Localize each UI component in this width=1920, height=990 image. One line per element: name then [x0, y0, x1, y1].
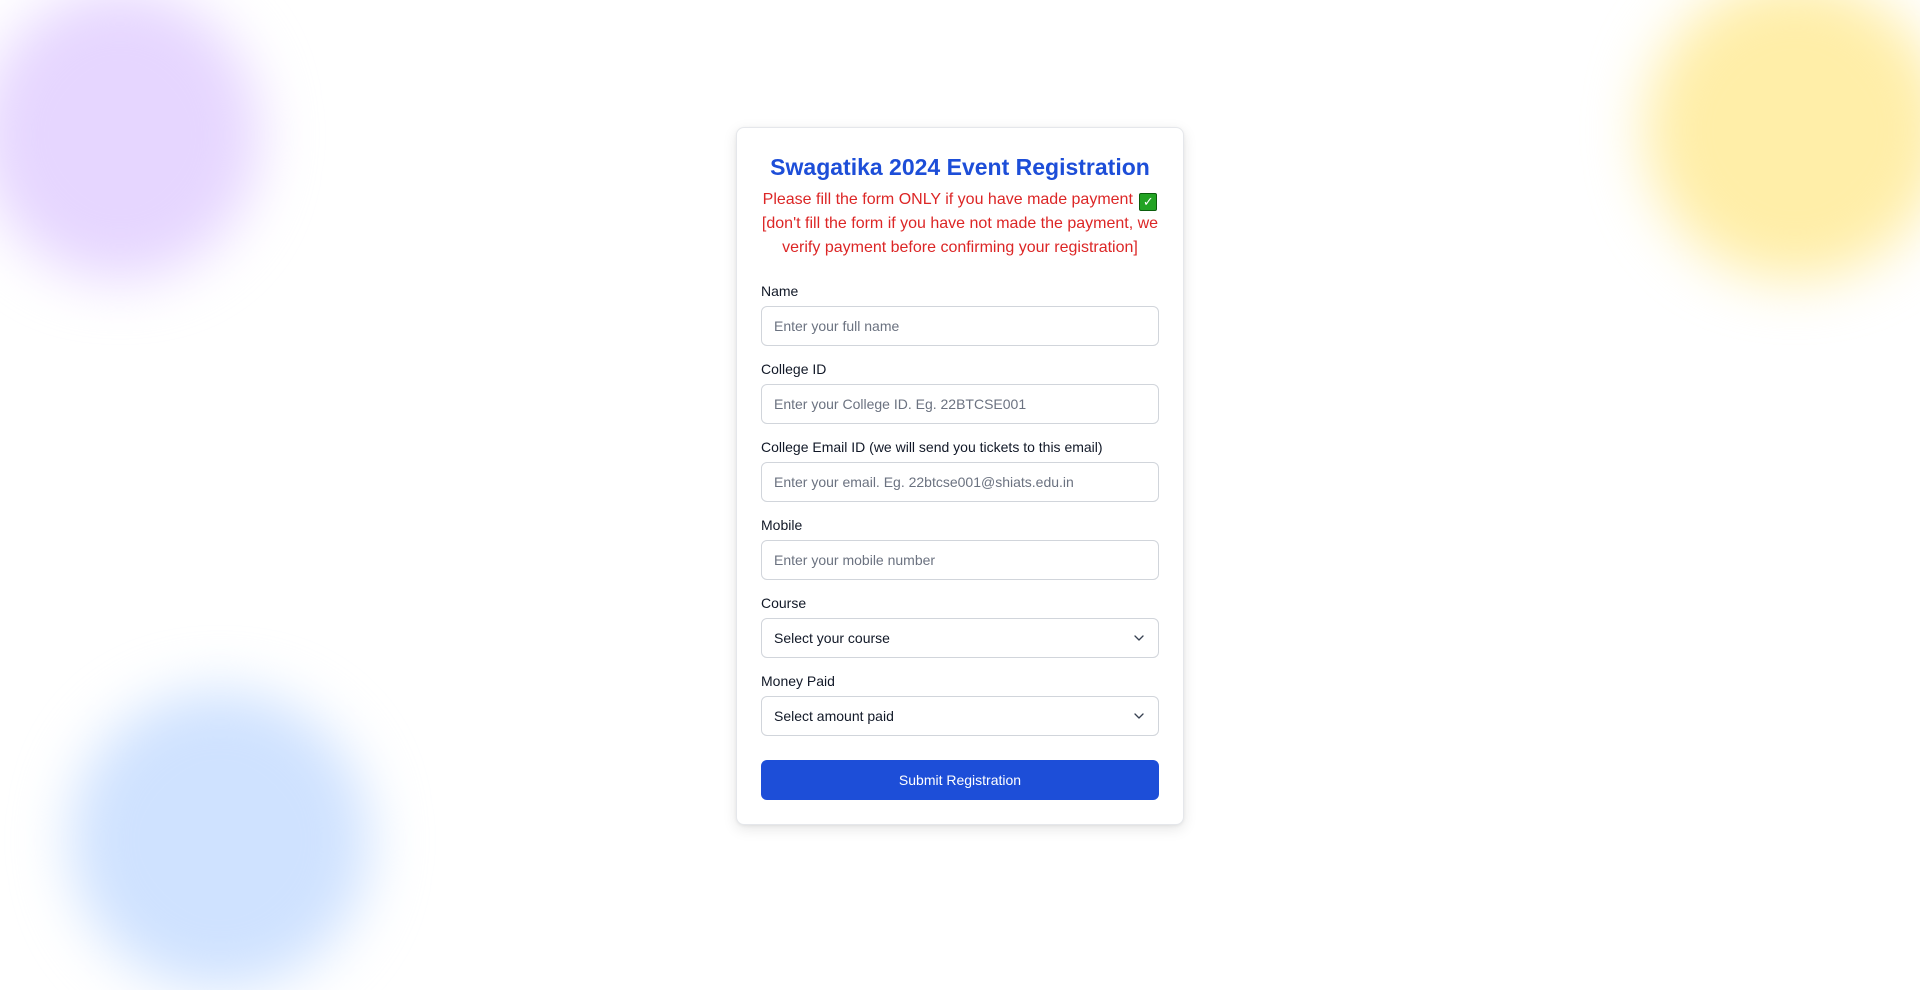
submit-registration-button[interactable]: Submit Registration [761, 760, 1159, 800]
background-blob-blue [70, 690, 370, 990]
course-field-group: Course Select your course [761, 594, 1159, 658]
name-label: Name [761, 283, 799, 299]
college-id-input[interactable] [761, 384, 1159, 424]
payment-notice-line: Please fill the form ONLY if you have ma… [762, 191, 1133, 208]
college-id-label: College ID [761, 361, 827, 377]
email-input[interactable] [761, 462, 1159, 502]
course-select-wrapper: Select your course [761, 618, 1159, 658]
money-paid-label: Money Paid [761, 673, 835, 689]
course-selected-value: Select your course [774, 630, 890, 646]
email-label: College Email ID (we will send you ticke… [761, 439, 1103, 455]
course-label: Course [761, 595, 807, 611]
chevron-down-icon [1134, 635, 1144, 641]
mobile-label: Mobile [761, 517, 803, 533]
name-input[interactable] [761, 306, 1159, 346]
college-id-field-group: College ID [761, 360, 1159, 424]
payment-notice: Please fill the form ONLY if you have ma… [761, 188, 1159, 260]
background-blob-purple [0, 0, 260, 280]
money-paid-select-wrapper: Select amount paid [761, 696, 1159, 736]
course-select[interactable]: Select your course [761, 618, 1159, 658]
money-paid-selected-value: Select amount paid [774, 708, 894, 724]
chevron-down-icon [1134, 713, 1144, 719]
email-field-group: College Email ID (we will send you ticke… [761, 438, 1159, 502]
name-field-group: Name [761, 282, 1159, 346]
mobile-field-group: Mobile [761, 516, 1159, 580]
registration-form: Name College ID College Email ID (we wil… [761, 282, 1159, 800]
money-paid-select[interactable]: Select amount paid [761, 696, 1159, 736]
money-paid-field-group: Money Paid Select amount paid [761, 672, 1159, 736]
background-blob-yellow [1645, 0, 1920, 280]
mobile-input[interactable] [761, 540, 1159, 580]
check-mark-icon: ✓ [1139, 193, 1158, 211]
payment-notice-detail: [don't fill the form if you have not mad… [761, 215, 1159, 256]
registration-card: Swagatika 2024 Event Registration Please… [736, 127, 1184, 825]
form-title: Swagatika 2024 Event Registration [770, 154, 1150, 180]
